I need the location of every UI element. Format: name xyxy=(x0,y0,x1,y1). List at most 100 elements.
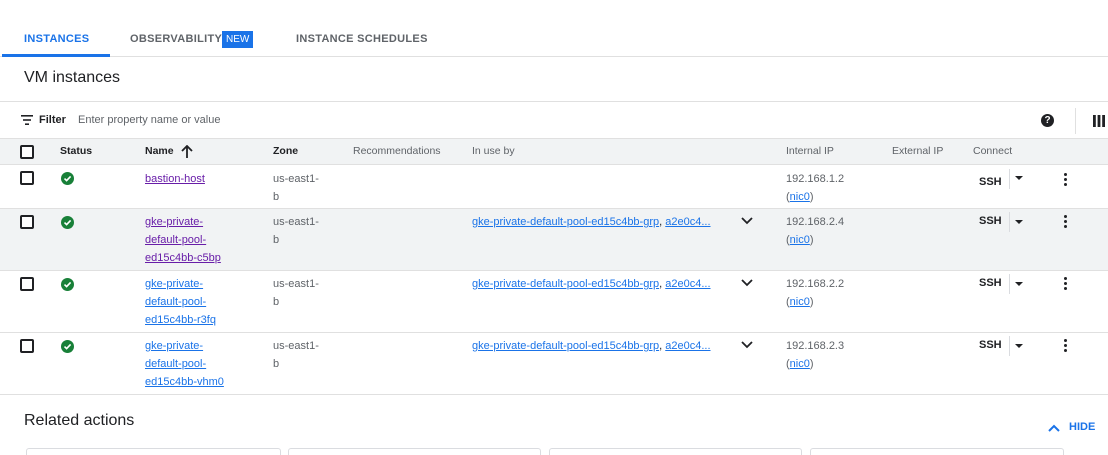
instance-name-link[interactable]: ed15c4bb-vhm0 xyxy=(145,376,224,388)
in-use-by-cell: gke-private-default-pool-ed15c4bb-grp, a… xyxy=(472,337,711,355)
instance-name[interactable]: gke-private- default-pool- ed15c4bb-c5bp xyxy=(145,213,221,267)
instance-name-link[interactable]: default-pool- xyxy=(145,234,206,246)
page-title: VM instances xyxy=(24,69,121,86)
in-use-by-link[interactable]: a2e0c4... xyxy=(665,340,710,352)
instance-name-link[interactable]: gke-private- xyxy=(145,216,203,228)
instance-name-link[interactable]: ed15c4bb-r3fq xyxy=(145,314,216,326)
header-zone[interactable]: Zone xyxy=(273,145,298,157)
columns-icon[interactable] xyxy=(1093,115,1105,127)
instance-name-link[interactable]: default-pool- xyxy=(145,358,206,370)
nic-link[interactable]: nic0 xyxy=(790,234,810,246)
instance-name[interactable]: gke-private- default-pool- ed15c4bb-r3fq xyxy=(145,275,216,329)
check-circle-icon xyxy=(61,216,74,229)
instance-name-link[interactable]: gke-private- xyxy=(145,340,203,352)
internal-ip: 192.168.2.3 xyxy=(786,340,845,352)
table-header: Status Name Zone Recommendations In use … xyxy=(0,139,1108,165)
chevron-down-icon[interactable] xyxy=(741,279,753,287)
related-action-card[interactable] xyxy=(288,448,541,455)
row-checkbox[interactable] xyxy=(20,277,34,291)
zone-line: us-east1- xyxy=(273,340,319,352)
table-row: gke-private- default-pool- ed15c4bb-r3fq… xyxy=(0,271,1108,333)
zone-cell: us-east1- b xyxy=(273,275,319,311)
header-name[interactable]: Name xyxy=(145,145,174,157)
zone-line: b xyxy=(273,191,280,203)
filter-icon[interactable] xyxy=(21,115,33,125)
tab-instance-schedules[interactable]: INSTANCE SCHEDULES xyxy=(296,33,428,45)
zone-cell: us-east1- b xyxy=(273,170,319,206)
table-row: gke-private- default-pool- ed15c4bb-c5bp… xyxy=(0,209,1108,271)
zone-line: b xyxy=(273,296,280,308)
more-vert-icon[interactable] xyxy=(1064,173,1068,188)
ssh-dropdown-icon[interactable] xyxy=(1015,344,1023,348)
tab-bar: INSTANCES OBSERVABILITY NEW INSTANCE SCH… xyxy=(0,0,1108,57)
ssh-button[interactable]: SSH xyxy=(979,176,1002,188)
zone-cell: us-east1- b xyxy=(273,213,319,249)
more-vert-icon[interactable] xyxy=(1064,339,1068,354)
nic-link[interactable]: nic0 xyxy=(790,191,810,203)
nic-link[interactable]: nic0 xyxy=(790,358,810,370)
zone-line: us-east1- xyxy=(273,278,319,290)
in-use-by-link[interactable]: gke-private-default-pool-ed15c4bb-grp xyxy=(472,216,659,228)
header-connect[interactable]: Connect xyxy=(973,145,1012,157)
instances-table: Status Name Zone Recommendations In use … xyxy=(0,139,1108,395)
select-all-checkbox[interactable] xyxy=(20,145,34,159)
chevron-down-icon[interactable] xyxy=(741,217,753,225)
help-icon[interactable]: ? xyxy=(1041,114,1054,127)
related-actions-section: Related actions HIDE xyxy=(0,396,1108,455)
arrow-up-icon[interactable] xyxy=(181,145,193,159)
header-recommendations[interactable]: Recommendations xyxy=(353,145,441,157)
check-circle-icon xyxy=(61,172,74,185)
in-use-by-cell: gke-private-default-pool-ed15c4bb-grp, a… xyxy=(472,213,711,231)
zone-line: b xyxy=(273,234,280,246)
ssh-dropdown-icon[interactable] xyxy=(1015,220,1023,224)
row-checkbox[interactable] xyxy=(20,339,34,353)
ssh-dropdown-icon[interactable] xyxy=(1015,176,1023,180)
divider xyxy=(1075,108,1076,134)
row-checkbox[interactable] xyxy=(20,215,34,229)
table-row: bastion-host us-east1- b 192.168.1.2 (ni… xyxy=(0,165,1108,209)
nic-wrapper: (nic0) xyxy=(786,234,814,246)
check-circle-icon xyxy=(61,278,74,291)
tab-instances[interactable]: INSTANCES xyxy=(24,33,89,45)
active-tab-indicator xyxy=(2,54,110,57)
in-use-by-link[interactable]: a2e0c4... xyxy=(665,216,710,228)
zone-line: us-east1- xyxy=(273,173,319,185)
header-external-ip[interactable]: External IP xyxy=(892,145,943,157)
instance-name[interactable]: gke-private- default-pool- ed15c4bb-vhm0 xyxy=(145,337,224,391)
related-action-card[interactable] xyxy=(26,448,281,455)
hide-label: HIDE xyxy=(1069,421,1096,433)
related-action-card[interactable] xyxy=(549,448,802,455)
related-actions-title: Related actions xyxy=(24,412,135,429)
ssh-button[interactable]: SSH xyxy=(979,277,1002,289)
instance-name-link[interactable]: gke-private- xyxy=(145,278,203,290)
ssh-dropdown-icon[interactable] xyxy=(1015,282,1023,286)
instance-name[interactable]: bastion-host xyxy=(145,170,205,188)
instance-name-link[interactable]: bastion-host xyxy=(145,173,205,185)
filter-bar: Filter ? xyxy=(0,101,1108,139)
ssh-button[interactable]: SSH xyxy=(979,215,1002,227)
internal-ip-cell: 192.168.1.2 (nic0) xyxy=(786,170,844,206)
instance-name-link[interactable]: default-pool- xyxy=(145,296,206,308)
header-status[interactable]: Status xyxy=(60,145,92,157)
header-in-use-by[interactable]: In use by xyxy=(472,145,515,157)
new-badge: NEW xyxy=(222,31,254,48)
filter-input[interactable] xyxy=(78,110,678,130)
internal-ip: 192.168.1.2 xyxy=(786,173,845,185)
in-use-by-link[interactable]: gke-private-default-pool-ed15c4bb-grp xyxy=(472,340,659,352)
filter-label[interactable]: Filter xyxy=(39,114,66,126)
ssh-button[interactable]: SSH xyxy=(979,339,1002,351)
more-vert-icon[interactable] xyxy=(1064,277,1068,292)
tab-observability[interactable]: OBSERVABILITY xyxy=(130,33,222,45)
header-internal-ip[interactable]: Internal IP xyxy=(786,145,834,157)
in-use-by-link[interactable]: a2e0c4... xyxy=(665,278,710,290)
related-action-card[interactable] xyxy=(810,448,1064,455)
chevron-down-icon[interactable] xyxy=(741,341,753,349)
more-vert-icon[interactable] xyxy=(1064,215,1068,230)
nic-link[interactable]: nic0 xyxy=(790,296,810,308)
row-checkbox[interactable] xyxy=(20,171,34,185)
zone-line: b xyxy=(273,358,280,370)
nic-wrapper: (nic0) xyxy=(786,191,814,203)
ssh-divider xyxy=(1009,274,1010,294)
instance-name-link[interactable]: ed15c4bb-c5bp xyxy=(145,252,221,264)
in-use-by-link[interactable]: gke-private-default-pool-ed15c4bb-grp xyxy=(472,278,659,290)
